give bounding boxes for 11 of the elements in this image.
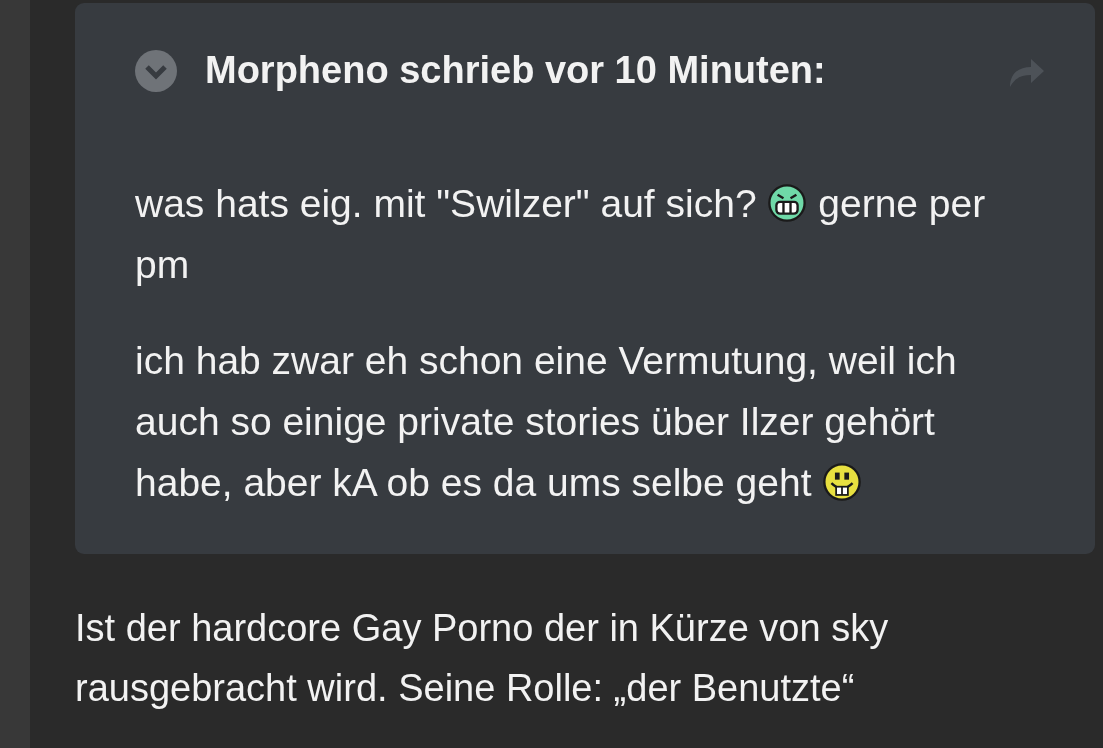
quote-text: habe, aber kA ob es da ums selbe geht xyxy=(135,461,812,504)
quote-text: ich hab zwar eh schon eine Vermutung, weil ich xyxy=(135,339,957,382)
quote-author: Morpheno schrieb vor 10 Minuten: xyxy=(205,49,827,92)
grinning-smiley-icon xyxy=(767,183,808,223)
quote-text: auch so einige private stories über Ilzer gehört xyxy=(135,400,935,443)
quote-text: pm xyxy=(135,243,190,286)
post-text: Ist der hardcore Gay Porno der in Kürze von sky rausgebracht wird. Seine Rolle: „der Benutzte“ xyxy=(75,606,890,711)
smiley-icon xyxy=(822,462,863,502)
quote-text: was hats eig. mit "Swilzer" auf sich? xyxy=(135,182,757,225)
chevron-icon[interactable] xyxy=(135,49,177,92)
quote-text: gerne per xyxy=(818,182,986,225)
